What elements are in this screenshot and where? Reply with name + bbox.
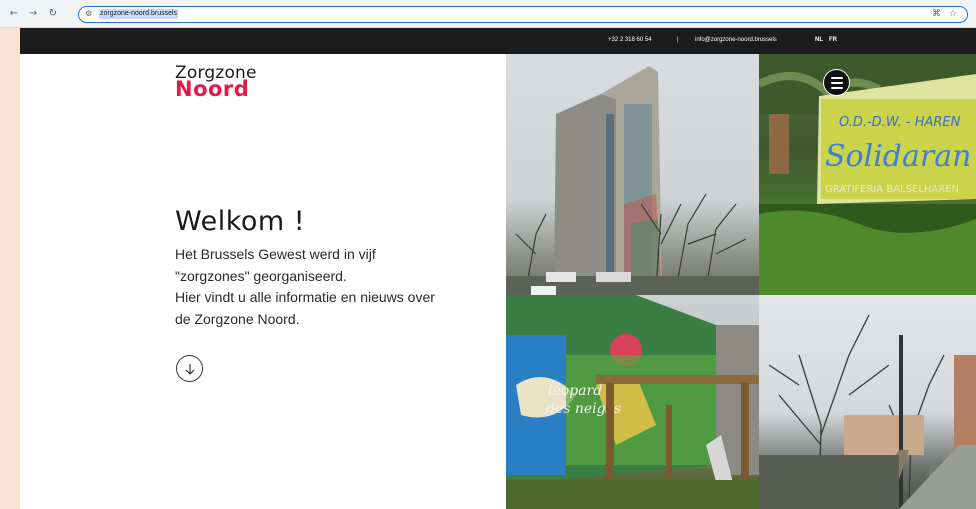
photo-street xyxy=(759,295,976,509)
mural-text-leopard: léopard xyxy=(548,383,602,399)
reload-icon[interactable]: ↻ xyxy=(47,8,59,20)
sign-text-gratiferia: GRATIFERIA BALSELHAREN xyxy=(825,184,959,195)
intro-line: Hier vindt u alle informatie en nieuws o… xyxy=(175,289,435,305)
menu-line xyxy=(830,86,843,89)
scroll-down-button[interactable] xyxy=(176,355,203,382)
intro-text: Het Brussels Gewest werd in vijf "zorgzo… xyxy=(175,244,495,330)
photo-solidarity-sign: O.D.-D.W. - HAREN Solidaran GRATIFERIA B… xyxy=(759,54,976,295)
intro-line: Het Brussels Gewest werd in vijf xyxy=(175,246,376,262)
address-bar[interactable]: ⚙ zorgzone-noord.brussels ⌘ ☆ xyxy=(78,6,968,23)
photo-mural: léopard des neiges xyxy=(506,295,759,509)
forward-icon[interactable]: → xyxy=(27,8,39,20)
email-link[interactable]: info@zorgzone-noord.brussels xyxy=(695,37,777,43)
phone-link[interactable]: +32 2 318 60 54 xyxy=(608,37,652,43)
website: +32 2 318 60 54 | info@zorgzone-noord.br… xyxy=(20,28,976,509)
browser-toolbar: ← → ↻ ⚙ zorgzone-noord.brussels ⌘ ☆ xyxy=(0,0,976,28)
back-icon[interactable]: ← xyxy=(8,8,20,20)
intro-line: "zorgzones" georganiseerd. xyxy=(175,267,347,284)
arrow-down-icon xyxy=(185,363,194,375)
sign-text-haren: O.D.-D.W. - HAREN xyxy=(839,115,961,130)
lang-nl-link[interactable]: NL xyxy=(815,37,823,43)
contact-bar: +32 2 318 60 54 | info@zorgzone-noord.br… xyxy=(20,28,976,54)
url-text[interactable]: zorgzone-noord.brussels xyxy=(99,9,179,19)
logo-line-2[interactable]: Noord xyxy=(175,77,249,101)
page-title: Welkom ! xyxy=(175,206,306,237)
site-info-icon[interactable]: ⚙ xyxy=(85,9,92,18)
hamburger-menu-button[interactable] xyxy=(823,69,850,96)
sign-text-solidaran: Solidaran xyxy=(825,139,971,174)
menu-line xyxy=(830,76,843,79)
lang-fr-link[interactable]: FR xyxy=(829,37,837,43)
intro-line: de Zorgzone Noord. xyxy=(175,310,300,327)
star-icon[interactable]: ☆ xyxy=(949,9,957,19)
translate-icon[interactable]: ⌘ xyxy=(932,9,941,19)
topbar-separator: | xyxy=(677,37,679,43)
menu-line xyxy=(830,81,843,84)
photo-tower-block xyxy=(506,54,759,295)
